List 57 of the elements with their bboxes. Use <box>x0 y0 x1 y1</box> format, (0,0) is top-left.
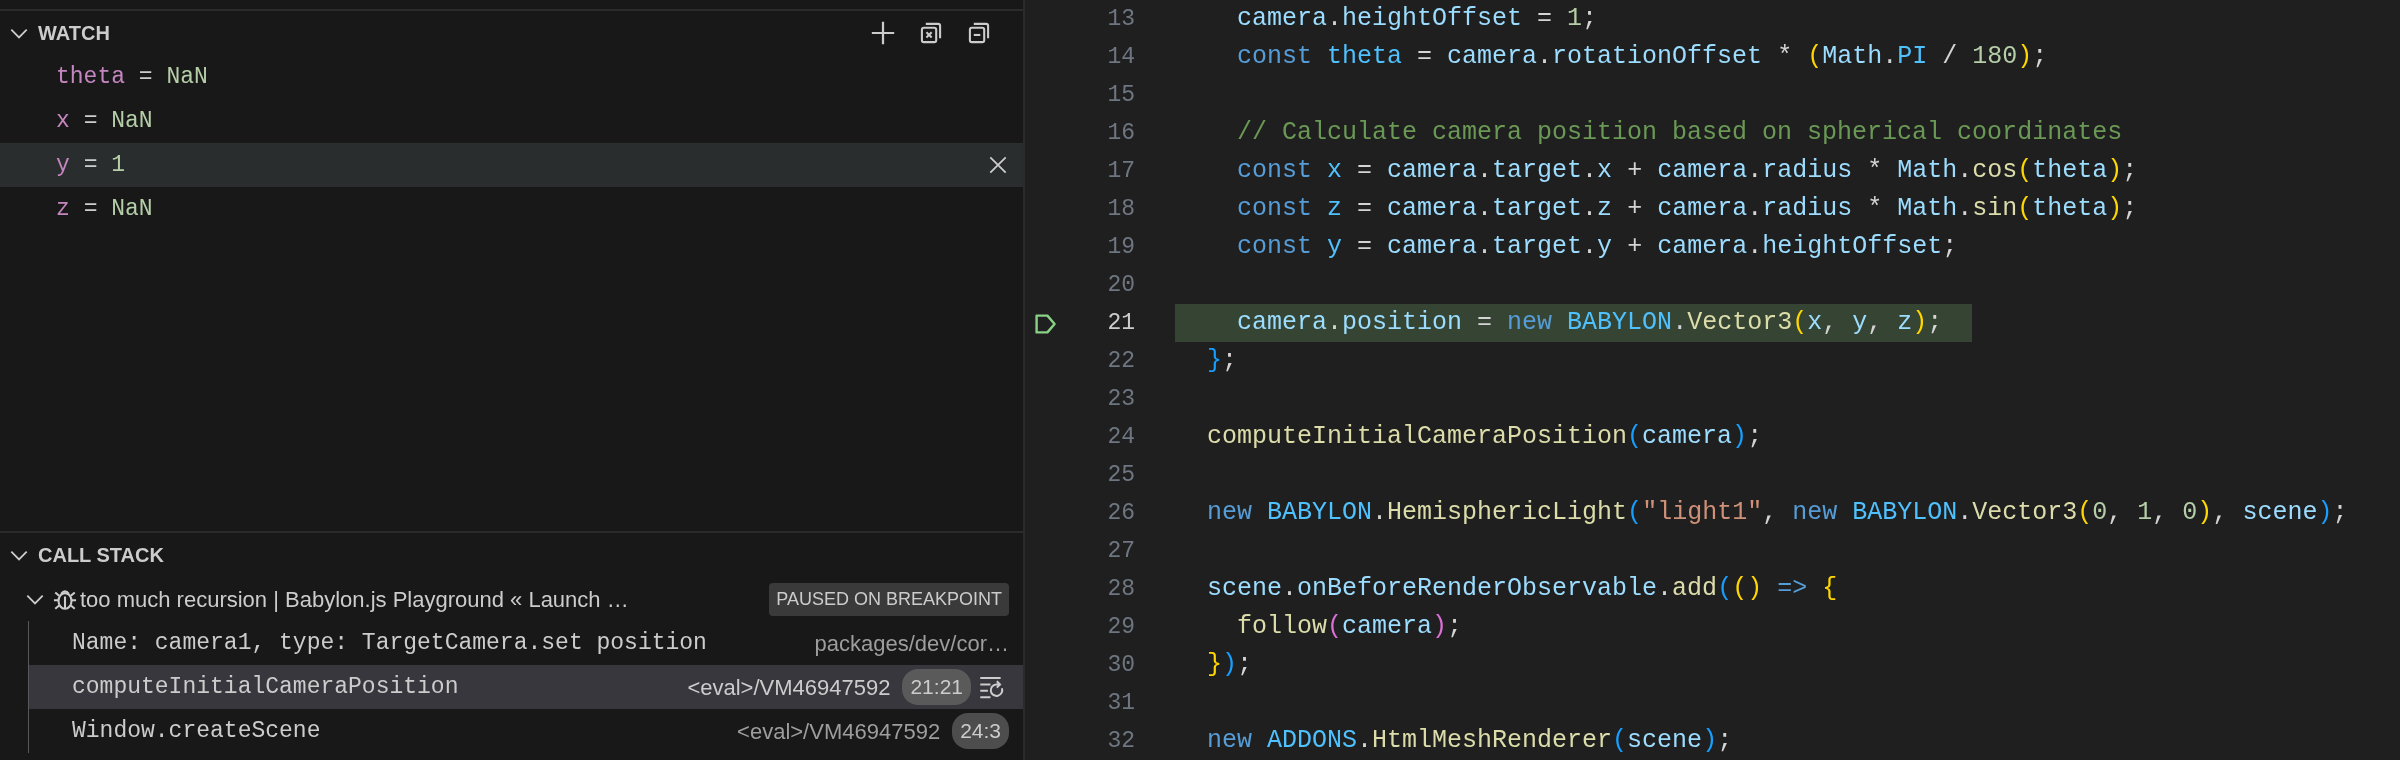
line-number: 29 <box>1106 612 1135 642</box>
frame-name: Name: camera1, type: TargetCamera.set position <box>72 628 707 658</box>
frame-name: computeInitialCameraPosition <box>72 672 459 702</box>
line-number: 18 <box>1106 194 1135 224</box>
line-number: 28 <box>1106 574 1135 604</box>
code-line: const theta = camera.rotationOffset * (Math.PI / 180); <box>1237 41 2048 74</box>
code-line: // Calculate camera position based on spherical coordinates <box>1237 117 2123 150</box>
code-line: camera.position = new BABYLON.Vector3(x, y, z); <box>1237 307 1943 340</box>
watch-expression-text: y = 1 <box>56 150 126 180</box>
frame-source: packages/dev/cor… <box>814 629 1009 658</box>
code-line: new BABYLON.HemisphericLight("light1", new BABYLON.Vector3(0, 1, 0), scene); <box>1207 497 2348 530</box>
watch-expression[interactable]: x = NaN <box>0 99 1023 143</box>
line-number: 15 <box>1106 80 1135 110</box>
watch-expression-text: theta = NaN <box>56 62 208 92</box>
line-number: 26 <box>1106 498 1135 528</box>
code-line: }; <box>1207 345 1238 378</box>
line-number: 20 <box>1106 270 1135 300</box>
code-line: const z = camera.target.z + camera.radius * Math.sin(theta); <box>1237 193 2138 226</box>
line-number: 19 <box>1106 232 1135 262</box>
stack-frame[interactable]: Window.createScene <eval>/VM46947592 24:3 <box>28 709 1023 753</box>
line-number: 27 <box>1106 536 1135 566</box>
watch-expression[interactable]: theta = NaN <box>0 55 1023 99</box>
thread-label[interactable]: too much recursion | Babylon.js Playground « Launch … <box>80 582 629 616</box>
line-number: 31 <box>1106 688 1135 718</box>
watch-expression-text: x = NaN <box>56 106 153 136</box>
close-icon[interactable] <box>987 154 1009 176</box>
stack-frame[interactable]: computeInitialCameraPosition <eval>/VM46947592 21:21 <box>28 665 1023 709</box>
code-line: new ADDONS.HtmlMeshRenderer(scene); <box>1207 725 1733 758</box>
line-number: 16 <box>1106 118 1135 148</box>
line-number: 22 <box>1106 346 1135 376</box>
line-number: 17 <box>1106 156 1135 186</box>
line-number: 23 <box>1106 384 1135 414</box>
watch-expression[interactable]: y = 1 <box>0 143 1023 187</box>
code-line: const x = camera.target.x + camera.radius * Math.cos(theta); <box>1237 155 2138 188</box>
line-column-badge: 21:21 <box>902 669 971 705</box>
status-badge: PAUSED ON BREAKPOINT <box>769 582 1009 616</box>
line-number: 13 <box>1106 4 1135 34</box>
line-number: 21 <box>1106 308 1135 338</box>
code-line: const y = camera.target.y + camera.heightOffset; <box>1237 231 1958 264</box>
line-number: 32 <box>1106 726 1135 756</box>
frame-source: <eval>/VM46947592 <box>687 673 891 702</box>
watch-expression-text: z = NaN <box>56 194 153 224</box>
frame-name: Window.createScene <box>72 716 321 746</box>
watch-expression[interactable]: z = NaN <box>0 187 1023 231</box>
line-column-badge: 24:3 <box>952 713 1009 749</box>
line-number: 30 <box>1106 650 1135 680</box>
code-line: camera.heightOffset = 1; <box>1237 3 1598 36</box>
code-line: computeInitialCameraPosition(camera); <box>1207 421 1763 454</box>
code-line: scene.onBeforeRenderObservable.add(() => { <box>1207 573 1838 606</box>
line-number: 25 <box>1106 460 1135 490</box>
code-line: }); <box>1207 649 1253 682</box>
section-title: WATCH <box>38 21 110 46</box>
section-title: CALL STACK <box>38 543 164 568</box>
line-number: 24 <box>1106 422 1135 452</box>
line-number: 14 <box>1106 42 1135 72</box>
code-line: follow(camera); <box>1237 611 1463 644</box>
frame-source: <eval>/VM46947592 <box>737 717 941 746</box>
